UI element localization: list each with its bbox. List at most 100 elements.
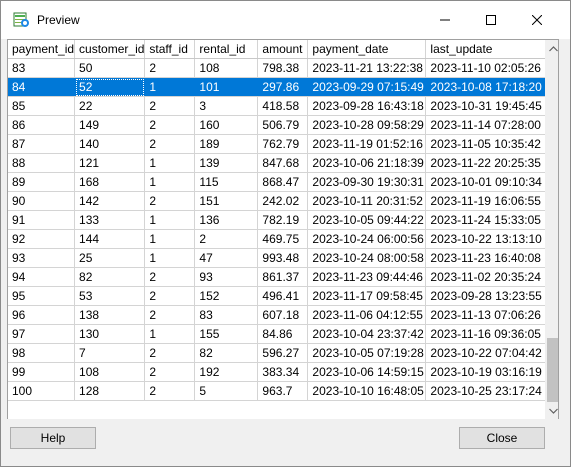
table-row[interactable]: 83 50 2 108 798.38 2023-11-21 13:22:38 2023-11… [8, 58, 547, 78]
table-cell[interactable]: 2023-10-24 06:00:56 [307, 229, 427, 249]
table-row[interactable]: 87 140 2 189 762.79 2023-11-19 01:52:16 2023-1… [8, 134, 547, 154]
table-cell[interactable]: 1 [144, 172, 196, 192]
table-cell[interactable]: 82 [74, 267, 146, 287]
table-cell[interactable]: 2023-10-22 07:04:42 [425, 343, 547, 363]
table-cell[interactable]: 2 [144, 58, 196, 78]
table-cell[interactable]: 2023-10-04 23:37:42 [307, 324, 427, 344]
table-cell[interactable]: 2023-11-23 09:44:46 [307, 267, 427, 287]
table-cell[interactable]: 2 [144, 96, 196, 116]
table-cell[interactable]: 506.79 [257, 115, 309, 135]
table-cell[interactable]: 2023-11-13 07:06:26 [425, 305, 547, 325]
table-cell[interactable]: 98 [8, 343, 76, 363]
table-cell[interactable]: 2023-10-05 07:19:28 [307, 343, 427, 363]
help-button[interactable]: Help [10, 427, 96, 449]
table-cell[interactable]: 84.86 [257, 324, 309, 344]
table-row[interactable]: 96 138 2 83 607.18 2023-11-06 04:12:55 2023-11… [8, 305, 547, 325]
table-row[interactable]: 89 168 1 115 868.47 2023-09-30 19:30:31 2023-1… [8, 172, 547, 192]
column-header-rental-id[interactable]: rental_id [194, 40, 259, 59]
table-cell[interactable]: 798.38 [257, 58, 309, 78]
table-row[interactable]: 100 128 2 5 963.7 2023-10-10 16:48:05 2023-10-… [8, 381, 547, 401]
table-cell[interactable]: 2 [144, 286, 196, 306]
table-cell[interactable]: 50 [74, 58, 146, 78]
table-cell[interactable]: 1 [144, 153, 196, 173]
table-cell[interactable]: 155 [194, 324, 259, 344]
table-cell[interactable]: 2023-10-28 09:58:29 [307, 115, 427, 135]
table-cell[interactable]: 242.02 [257, 191, 309, 211]
table-cell[interactable]: 90 [8, 191, 76, 211]
table-row[interactable]: 91 133 1 136 782.19 2023-10-05 09:44:22 2023-1… [8, 210, 547, 230]
table-cell[interactable]: 2023-09-28 16:43:18 [307, 96, 427, 116]
table-cell[interactable]: 133 [74, 210, 146, 230]
table-cell[interactable]: 22 [74, 96, 146, 116]
table-cell[interactable]: 93 [8, 248, 76, 268]
table-cell[interactable]: 2023-11-19 16:06:55 [425, 191, 547, 211]
table-cell[interactable]: 2023-11-17 09:58:45 [307, 286, 427, 306]
table-cell[interactable]: 5 [194, 381, 259, 401]
table-cell[interactable]: 762.79 [257, 134, 309, 154]
maximize-button[interactable] [468, 1, 514, 39]
table-cell[interactable]: 189 [194, 134, 259, 154]
table-row[interactable]: 90 142 2 151 242.02 2023-10-11 20:31:52 2023-1… [8, 191, 547, 211]
table-cell[interactable]: 2 [144, 343, 196, 363]
table-cell[interactable]: 2023-09-29 07:15:49 [307, 77, 427, 97]
table-cell[interactable]: 25 [74, 248, 146, 268]
table-cell[interactable]: 596.27 [257, 343, 309, 363]
table-cell[interactable]: 2023-11-16 09:36:05 [425, 324, 547, 344]
table-cell[interactable]: 2 [144, 381, 196, 401]
table-cell[interactable]: 847.68 [257, 153, 309, 173]
close-window-button[interactable] [514, 1, 560, 39]
table-cell[interactable]: 88 [8, 153, 76, 173]
table-cell[interactable]: 83 [8, 58, 76, 78]
table-cell[interactable]: 418.58 [257, 96, 309, 116]
table-cell[interactable]: 2023-10-06 14:59:15 [307, 362, 427, 382]
table-cell[interactable]: 993.48 [257, 248, 309, 268]
table-cell[interactable]: 2023-09-28 13:23:55 [425, 286, 547, 306]
table-cell[interactable]: 192 [194, 362, 259, 382]
table-cell[interactable]: 87 [8, 134, 76, 154]
table-cell[interactable]: 607.18 [257, 305, 309, 325]
column-header-amount[interactable]: amount [257, 40, 309, 59]
table-cell[interactable]: 115 [194, 172, 259, 192]
table-cell[interactable]: 138 [74, 305, 146, 325]
table-cell[interactable]: 121 [74, 153, 146, 173]
table-row[interactable]: 88 121 1 139 847.68 2023-10-06 21:18:39 2023-1… [8, 153, 547, 173]
table-cell[interactable]: 97 [8, 324, 76, 344]
table-row[interactable]: 97 130 1 155 84.86 2023-10-04 23:37:42 2023-11… [8, 324, 547, 344]
table-row[interactable]: 84 52 1 101 297.86 2023-09-29 07:15:49 2023-10… [8, 77, 547, 97]
table-cell[interactable]: 2023-11-14 07:28:00 [425, 115, 547, 135]
table-cell[interactable]: 2023-10-10 16:48:05 [307, 381, 427, 401]
table-cell[interactable]: 52 [74, 77, 146, 97]
table-cell[interactable]: 2023-10-22 13:13:10 [425, 229, 547, 249]
minimize-button[interactable] [422, 1, 468, 39]
table-cell[interactable]: 160 [194, 115, 259, 135]
table-cell[interactable]: 86 [8, 115, 76, 135]
table-cell[interactable]: 2 [144, 115, 196, 135]
table-cell[interactable]: 2023-11-05 10:35:42 [425, 134, 547, 154]
column-header-payment-date[interactable]: payment_date [307, 40, 427, 59]
table-cell[interactable]: 2023-10-19 03:16:19 [425, 362, 547, 382]
table-cell[interactable]: 2 [144, 134, 196, 154]
table-cell[interactable]: 3 [194, 96, 259, 116]
table-cell[interactable]: 1 [144, 77, 196, 97]
table-cell[interactable]: 139 [194, 153, 259, 173]
table-cell[interactable]: 2023-11-06 04:12:55 [307, 305, 427, 325]
table-cell[interactable]: 91 [8, 210, 76, 230]
table-cell[interactable]: 93 [194, 267, 259, 287]
table-cell[interactable]: 2023-10-11 20:31:52 [307, 191, 427, 211]
table-cell[interactable]: 2023-11-10 02:05:26 [425, 58, 547, 78]
table-cell[interactable]: 151 [194, 191, 259, 211]
table-cell[interactable]: 82 [194, 343, 259, 363]
table-cell[interactable]: 84 [8, 77, 76, 97]
table-cell[interactable]: 1 [144, 248, 196, 268]
table-row[interactable]: 95 53 2 152 496.41 2023-11-17 09:58:45 2023-09… [8, 286, 547, 306]
table-cell[interactable]: 101 [194, 77, 259, 97]
table-cell[interactable]: 142 [74, 191, 146, 211]
scroll-thumb[interactable] [547, 338, 558, 402]
table-row[interactable]: 86 149 2 160 506.79 2023-10-28 09:58:29 2023-1… [8, 115, 547, 135]
table-cell[interactable]: 168 [74, 172, 146, 192]
table-cell[interactable]: 2 [144, 191, 196, 211]
table-cell[interactable]: 83 [194, 305, 259, 325]
vertical-scrollbar[interactable] [545, 40, 558, 419]
table-cell[interactable]: 2023-11-22 20:25:35 [425, 153, 547, 173]
table-cell[interactable]: 2023-11-24 15:33:05 [425, 210, 547, 230]
